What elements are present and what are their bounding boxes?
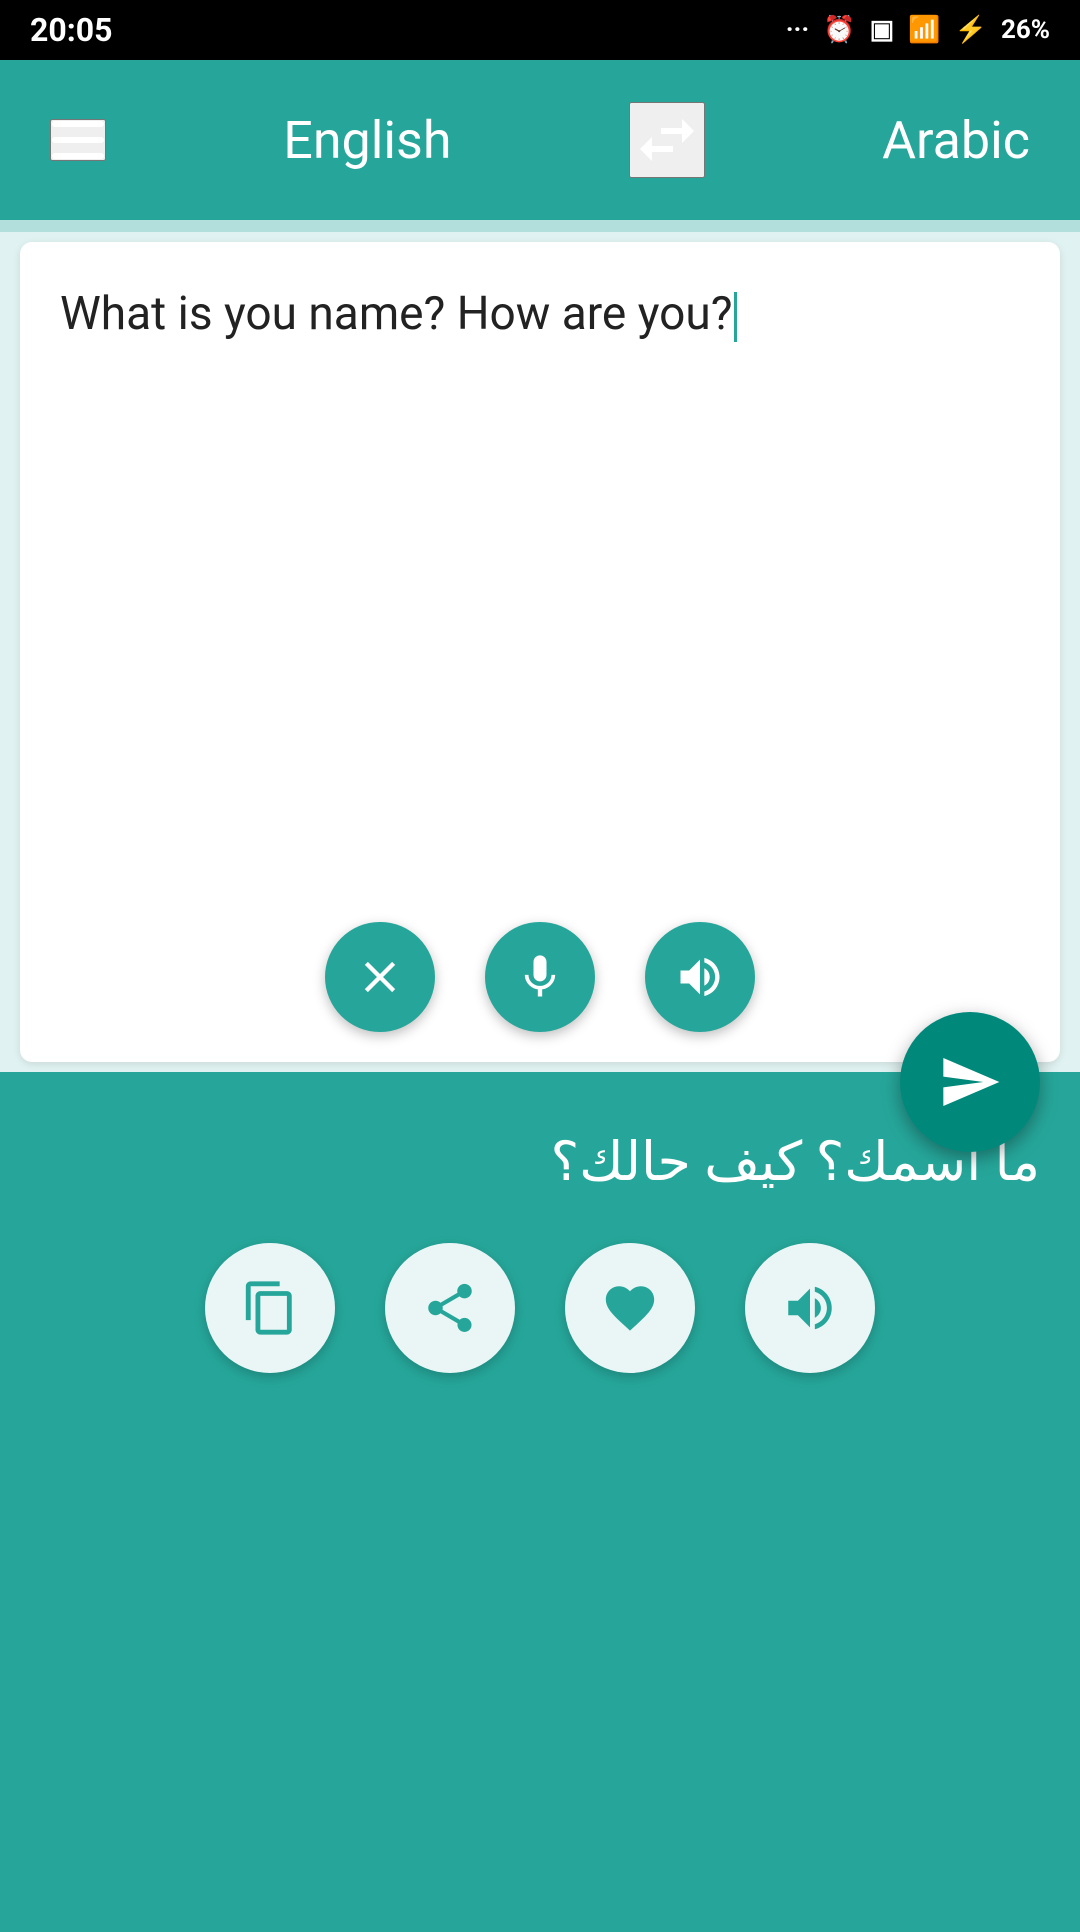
signal-icon: 📶	[908, 15, 940, 45]
output-actions	[40, 1243, 1040, 1373]
output-text: ما اسمك؟ كيف حالك؟	[40, 1122, 1040, 1203]
input-actions	[60, 922, 1020, 1032]
menu-line	[52, 153, 104, 159]
status-icons: ··· ⏰ ▣ 📶 ⚡ 26%	[786, 15, 1050, 45]
menu-line	[52, 137, 104, 143]
source-language-button[interactable]: English	[283, 110, 451, 171]
input-wrapper: What is you name? How are you?	[0, 232, 1080, 1072]
input-text-content: What is you name? How are you?	[60, 287, 732, 341]
share-icon	[421, 1279, 479, 1337]
clear-button[interactable]	[325, 922, 435, 1032]
sim-icon: ▣	[870, 15, 895, 45]
battery-percent: 26%	[1001, 15, 1050, 45]
send-icon	[938, 1050, 1002, 1114]
menu-button[interactable]	[50, 119, 106, 161]
input-area: What is you name? How are you?	[20, 242, 1060, 1062]
output-wrapper: ما اسمك؟ كيف حالك؟	[0, 1072, 1080, 1932]
share-button[interactable]	[385, 1243, 515, 1373]
microphone-icon	[514, 951, 566, 1003]
top-nav: English Arabic	[0, 60, 1080, 220]
speak-output-button[interactable]	[745, 1243, 875, 1373]
copy-icon	[241, 1279, 299, 1337]
status-time: 20:05	[30, 11, 112, 49]
speak-input-button[interactable]	[645, 922, 755, 1032]
charging-icon: ⚡	[955, 15, 987, 45]
input-text[interactable]: What is you name? How are you?	[60, 282, 1020, 902]
swap-languages-button[interactable]	[629, 102, 705, 178]
heart-icon	[601, 1279, 659, 1337]
menu-line	[52, 121, 104, 127]
more-icon: ···	[786, 15, 810, 45]
alarm-icon: ⏰	[823, 15, 855, 45]
copy-button[interactable]	[205, 1243, 335, 1373]
swap-icon	[631, 104, 703, 176]
text-cursor	[734, 292, 737, 342]
translate-button[interactable]	[900, 1012, 1040, 1152]
speaker-icon	[674, 951, 726, 1003]
main-content: What is you name? How are you?	[0, 232, 1080, 1932]
status-bar: 20:05 ··· ⏰ ▣ 📶 ⚡ 26%	[0, 0, 1080, 60]
target-language-button[interactable]: Arabic	[882, 110, 1030, 171]
volume-icon	[781, 1279, 839, 1337]
clear-icon	[354, 951, 406, 1003]
favorite-button[interactable]	[565, 1243, 695, 1373]
separator	[0, 220, 1080, 232]
microphone-button[interactable]	[485, 922, 595, 1032]
